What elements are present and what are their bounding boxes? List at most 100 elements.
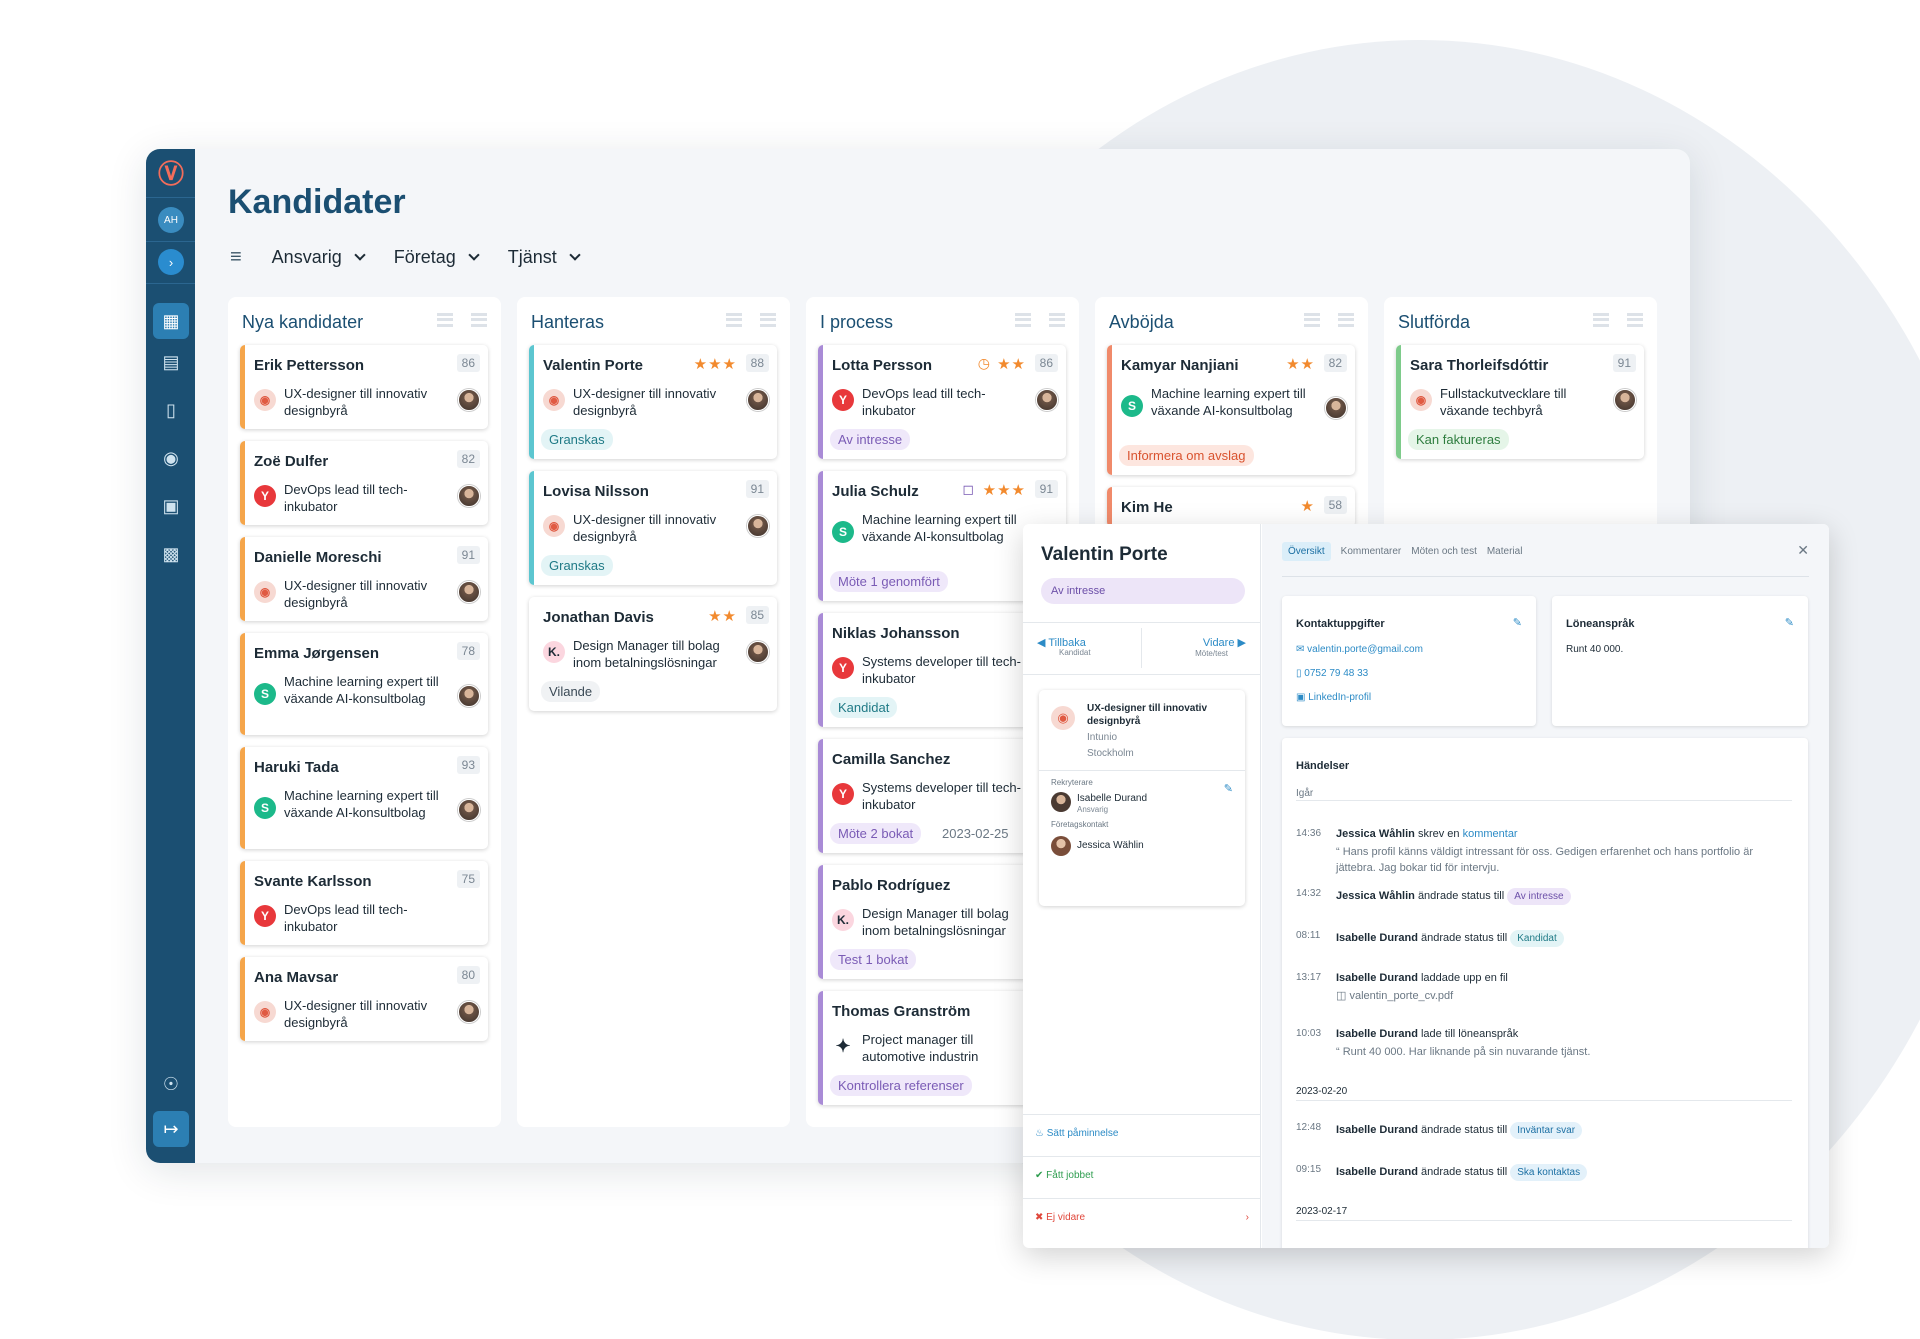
- globe-icon[interactable]: ☉: [156, 1069, 186, 1099]
- close-circle-icon: ✖: [1035, 1212, 1044, 1223]
- status-dropdown[interactable]: Av intresse: [1041, 578, 1245, 604]
- edit-pencil-icon[interactable]: ✎: [1513, 616, 1522, 629]
- arrow-left-icon: ◀: [1037, 637, 1046, 649]
- back-button[interactable]: ◀ Tillbaka Kandidat: [1037, 636, 1091, 657]
- archive-icon[interactable]: ▤: [156, 347, 186, 377]
- event-author: Isabelle Durand: [1336, 1166, 1418, 1178]
- company-logo-icon: Y: [254, 485, 276, 507]
- got-job-button[interactable]: ✔ Fått jobbet: [1035, 1170, 1093, 1181]
- score-badge: 86: [1034, 354, 1058, 372]
- edit-pencil-icon[interactable]: ✎: [1224, 782, 1233, 795]
- filter-label: Tjänst: [507, 247, 557, 267]
- job-card[interactable]: ◉ UX-designer till innovativ designbyrå …: [1039, 690, 1245, 906]
- next-button[interactable]: Vidare ▶ Möte/test: [1195, 636, 1246, 658]
- file-name: valentin_porte_cv.pdf: [1349, 990, 1454, 1002]
- close-icon[interactable]: ✕: [1797, 542, 1809, 559]
- day-heading: Igår: [1296, 788, 1314, 799]
- score-badge: 88: [745, 354, 769, 372]
- detail-tabs: Översikt Kommentarer Möten och test Mate…: [1282, 542, 1522, 561]
- filter-foretag[interactable]: Företag: [394, 247, 480, 268]
- column-view-icons[interactable]: [726, 313, 776, 327]
- avatar: [1051, 836, 1071, 856]
- candidate-card[interactable]: Jonathan Davis ★★ 85 K. Design Manager till …: [529, 597, 777, 711]
- linkedin-text: LinkedIn-profil: [1308, 692, 1372, 703]
- candidate-card[interactable]: Kim He ★ 58: [1107, 487, 1355, 527]
- candidate-name: Zoë Dulfer: [254, 453, 329, 470]
- set-reminder-button[interactable]: ♨ Sätt påminnelse: [1035, 1128, 1118, 1139]
- candidate-name: Thomas Granström: [832, 1003, 971, 1020]
- filter-tjanst[interactable]: Tjänst: [507, 247, 581, 268]
- score-badge: 82: [1323, 354, 1347, 372]
- recruiter-avatar: [1614, 389, 1636, 411]
- event-author: Isabelle Durand: [1336, 932, 1418, 944]
- candidate-card[interactable]: Erik Pettersson 86 ◉ UX-designer till innov…: [240, 345, 488, 429]
- file-link[interactable]: ◫ valentin_porte_cv.pdf: [1336, 988, 1776, 1004]
- candidate-card[interactable]: Danielle Moreschi 91 ◉ UX-designer till inn…: [240, 537, 488, 621]
- recruiter-avatar: [458, 581, 480, 603]
- company-logo-icon: S: [832, 521, 854, 543]
- event-quote-text: Hans profil känns väldigt intressant för…: [1336, 846, 1754, 874]
- company-logo-icon: ◉: [254, 581, 276, 603]
- edit-pencil-icon[interactable]: ✎: [1785, 616, 1794, 629]
- lightbulb-icon[interactable]: ◉: [156, 443, 186, 473]
- event-text: ändrade status till: [1420, 932, 1508, 944]
- candidate-card[interactable]: Ana Mavsar 80 ◉ UX-designer till innovativ …: [240, 957, 488, 1041]
- expand-sidebar-icon[interactable]: ›: [158, 249, 184, 275]
- status-tag: Möte 1 genomfört: [830, 571, 948, 592]
- candidate-name: Emma Jørgensen: [254, 645, 380, 662]
- avatar[interactable]: AH: [158, 207, 184, 233]
- recruiter-avatar: [747, 641, 769, 663]
- comment-link[interactable]: kommentar: [1463, 828, 1518, 840]
- detail-left-pane: Valentin Porte Av intresse ◀ Tillbaka Kan…: [1023, 524, 1261, 1248]
- job-title: Machine learning expert till växande AI-…: [284, 674, 439, 706]
- tab-moten-och-test[interactable]: Möten och test: [1411, 542, 1477, 561]
- candidate-card[interactable]: Zoë Dulfer 82 Y DevOps lead till tech-inkub…: [240, 441, 488, 525]
- recruiter-avatar: [1036, 389, 1058, 411]
- filter-ansvarig[interactable]: Ansvarig: [271, 247, 366, 268]
- dashboard-icon[interactable]: ▦: [153, 303, 189, 339]
- filter-settings-icon[interactable]: ≡: [230, 246, 242, 269]
- score-badge: 93: [456, 756, 480, 774]
- rating-stars: ★: [1300, 498, 1315, 515]
- next-label: Vidare: [1202, 637, 1235, 649]
- company-logo-icon: K.: [832, 909, 854, 931]
- email-text: valentin.porte@gmail.com: [1307, 644, 1423, 655]
- company-logo-icon: ◉: [543, 515, 565, 537]
- candidate-card[interactable]: Kamyar Nanjiani ★★ 82 S Machine learning exp…: [1107, 345, 1355, 475]
- candidate-card[interactable]: Svante Karlsson 75 Y DevOps lead till tech-…: [240, 861, 488, 945]
- candidate-card[interactable]: Haruki Tada 93 S Machine learning expert ti…: [240, 747, 488, 849]
- meeting-date: 2023-02-25: [942, 826, 1009, 841]
- phone-text: 0752 79 48 33: [1304, 668, 1369, 679]
- clock-icon: ◷: [977, 355, 990, 371]
- tab-oversikt[interactable]: Översikt: [1282, 542, 1331, 561]
- tab-kommentarer[interactable]: Kommentarer: [1341, 542, 1402, 561]
- column-view-icons[interactable]: [1593, 313, 1643, 327]
- linkedin-link[interactable]: ▣ LinkedIn-profil: [1296, 692, 1371, 703]
- building-icon[interactable]: ▩: [156, 539, 186, 569]
- filter-label: Ansvarig: [271, 247, 342, 267]
- briefcase-icon[interactable]: ▣: [156, 491, 186, 521]
- email-link[interactable]: ✉ valentin.porte@gmail.com: [1296, 644, 1423, 655]
- column-view-icons[interactable]: [1304, 313, 1354, 327]
- candidate-card[interactable]: Lovisa Nilsson 91 ◉ UX-designer till innova…: [529, 471, 777, 585]
- candidate-card[interactable]: Sara Thorleifsdóttir 91 ◉ Fullstackutveckla…: [1396, 345, 1644, 459]
- phone-link[interactable]: ▯ 0752 79 48 33: [1296, 668, 1368, 679]
- recruiter-avatar: [458, 389, 480, 411]
- candidate-card[interactable]: Emma Jørgensen 78 S Machine learning expert…: [240, 633, 488, 735]
- column-view-icons[interactable]: [437, 313, 487, 327]
- score-badge: 86: [456, 354, 480, 372]
- column-title: Nya kandidater: [242, 312, 364, 332]
- column-view-icons[interactable]: [1015, 313, 1065, 327]
- job-title: Machine learning expert till växande AI-…: [862, 512, 1017, 544]
- job-title: UX-designer till innovativ designbyrå: [573, 386, 717, 418]
- candidate-card[interactable]: Valentin Porte ★★★ 88 ◉ UX-designer till inn…: [529, 345, 777, 459]
- event-author: Isabelle Durand: [1336, 972, 1418, 984]
- not-further-button[interactable]: ✖ Ej vidare ›: [1035, 1212, 1249, 1223]
- event-text: ändrade status till: [1417, 890, 1505, 902]
- candidate-card[interactable]: Lotta Persson ◷ ★★ 86 Y DevOps lead till tech…: [818, 345, 1066, 459]
- chat-icon[interactable]: ▯: [156, 395, 186, 425]
- sidebar: Ⓥ AH › ▦ ▤ ▯ ◉ ▣ ▩ ☉ ↦: [146, 149, 195, 1163]
- app-logo-icon[interactable]: Ⓥ: [156, 157, 186, 189]
- logout-icon[interactable]: ↦: [153, 1111, 189, 1147]
- tab-material[interactable]: Material: [1487, 542, 1523, 561]
